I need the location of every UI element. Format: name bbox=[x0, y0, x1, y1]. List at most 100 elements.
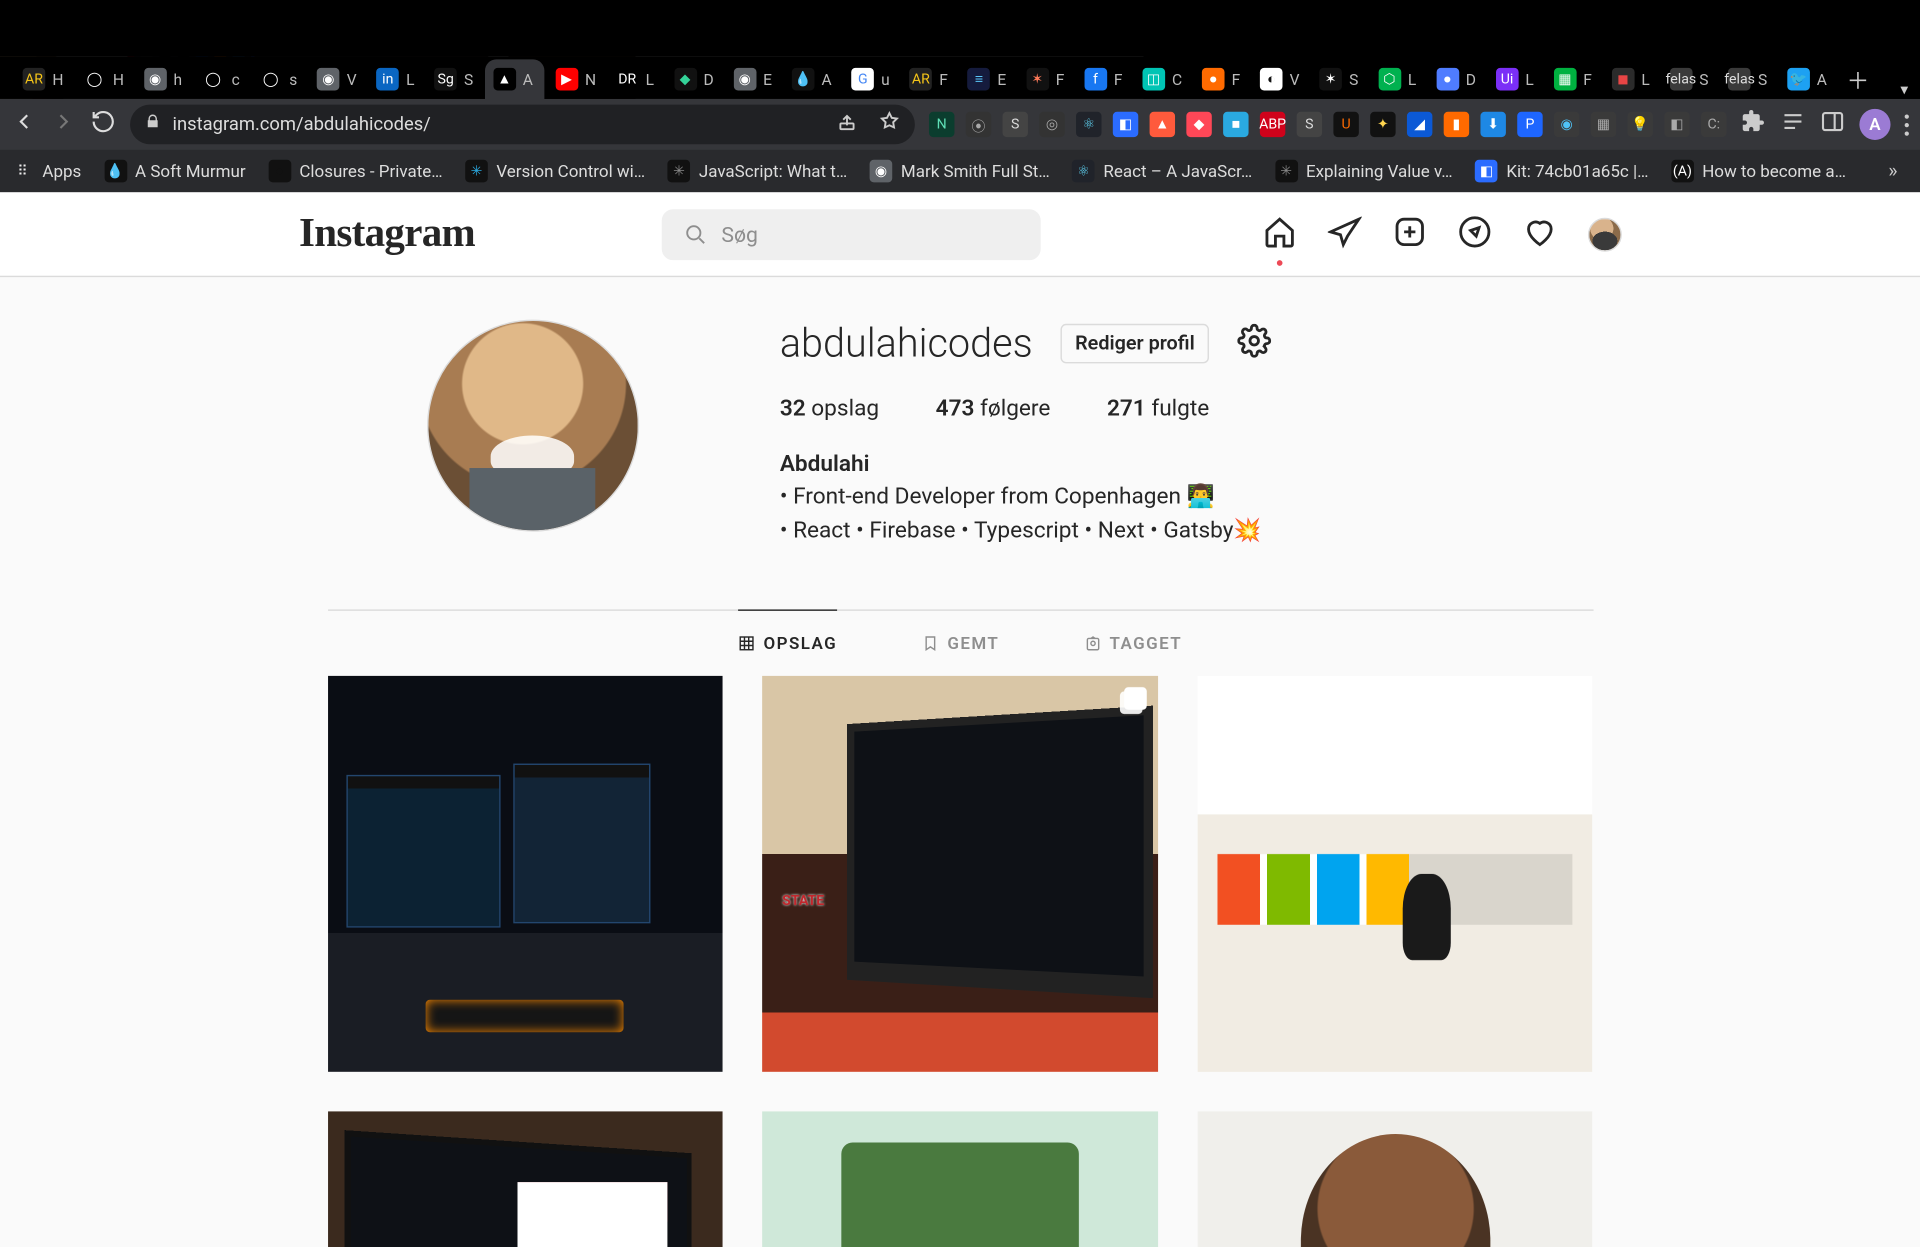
chrome-profile-avatar[interactable]: A bbox=[1859, 109, 1890, 140]
share-icon[interactable] bbox=[836, 110, 859, 138]
browser-tab[interactable]: ≡E bbox=[959, 59, 1015, 99]
extension-icon[interactable]: ◆ bbox=[1186, 112, 1211, 137]
browser-tab[interactable]: Gu bbox=[843, 59, 898, 99]
browser-tab[interactable]: ARF bbox=[901, 59, 956, 99]
bookmark-item[interactable]: ✳Explaining Value v… bbox=[1275, 160, 1453, 183]
post-thumbnail[interactable] bbox=[1197, 676, 1592, 1071]
bookmark-item[interactable]: ●Closures - Private… bbox=[268, 160, 442, 183]
browser-tab[interactable]: ◉h bbox=[135, 59, 190, 99]
home-icon[interactable] bbox=[1262, 214, 1296, 254]
profile-avatar-icon[interactable] bbox=[1587, 217, 1621, 251]
browser-tab[interactable]: fF bbox=[1076, 59, 1131, 99]
chrome-menu-icon[interactable] bbox=[1905, 114, 1909, 135]
bookmark-item[interactable]: 💧A Soft Murmur bbox=[104, 160, 246, 183]
followers-count[interactable]: 473 følgere bbox=[936, 395, 1051, 422]
extension-icon[interactable]: P bbox=[1517, 112, 1542, 137]
browser-tab[interactable]: DRL bbox=[607, 59, 662, 99]
tab-tagged[interactable]: TAGGET bbox=[1084, 609, 1182, 675]
bookmark-item[interactable]: ◧Kit: 74cb01a65c |… bbox=[1475, 160, 1648, 183]
bookmark-item[interactable]: ✳Version Control wi… bbox=[465, 160, 645, 183]
bookmark-item[interactable]: ⚛React – A JavaScr… bbox=[1072, 160, 1252, 183]
post-thumbnail[interactable] bbox=[327, 676, 722, 1071]
extension-icon[interactable]: S bbox=[1297, 112, 1322, 137]
extensions-icon[interactable] bbox=[1741, 109, 1766, 140]
browser-tab[interactable]: felasS bbox=[1661, 59, 1717, 99]
extension-icon[interactable]: ABP bbox=[1260, 112, 1285, 137]
extension-icon[interactable]: 💡 bbox=[1628, 112, 1653, 137]
post-thumbnail[interactable] bbox=[762, 1111, 1157, 1247]
browser-tab[interactable]: ◐V bbox=[1252, 59, 1309, 99]
browser-tab[interactable]: ▦F bbox=[1545, 59, 1600, 99]
reading-list-icon[interactable] bbox=[1780, 109, 1805, 140]
bookmark-item[interactable]: ⠿Apps bbox=[11, 160, 81, 183]
extension-icon[interactable]: ◉ bbox=[1554, 112, 1579, 137]
extension-icon[interactable]: N bbox=[929, 112, 954, 137]
extension-icon[interactable]: ■ bbox=[1223, 112, 1248, 137]
extension-icon[interactable]: ◧ bbox=[1664, 112, 1689, 137]
extension-icon[interactable]: ⬇ bbox=[1480, 112, 1505, 137]
browser-tab[interactable]: ◯c bbox=[193, 59, 248, 99]
extension-icon[interactable]: ⦿ bbox=[966, 112, 991, 137]
browser-tab[interactable]: ⬡L bbox=[1370, 59, 1425, 99]
extension-icon[interactable]: ▦ bbox=[1591, 112, 1616, 137]
extension-icon[interactable]: ⚛ bbox=[1076, 112, 1101, 137]
browser-tab[interactable]: ✶S bbox=[1311, 59, 1367, 99]
browser-tab[interactable]: ◉E bbox=[725, 59, 781, 99]
browser-tab[interactable]: ◉V bbox=[309, 59, 366, 99]
instagram-logo[interactable]: Instagram bbox=[299, 211, 475, 258]
browser-tab[interactable]: ◫C bbox=[1134, 59, 1191, 99]
browser-tab[interactable]: ◆D bbox=[665, 59, 722, 99]
browser-tab[interactable]: ◯s bbox=[251, 59, 306, 99]
browser-tab[interactable]: UiL bbox=[1487, 59, 1542, 99]
browser-tab[interactable]: 🐦A bbox=[1779, 59, 1836, 99]
edit-profile-button[interactable]: Rediger profil bbox=[1061, 323, 1209, 363]
tabs-overflow-chevron-icon[interactable]: ▾ bbox=[1881, 81, 1920, 99]
post-thumbnail[interactable] bbox=[327, 1111, 722, 1247]
browser-tab[interactable]: inL bbox=[368, 59, 423, 99]
browser-tab[interactable]: SgS bbox=[426, 59, 482, 99]
browser-tab[interactable]: ▶N bbox=[547, 59, 605, 99]
explore-icon[interactable] bbox=[1457, 214, 1491, 254]
new-tab-button[interactable]: ＋ bbox=[1838, 59, 1878, 99]
extension-icon[interactable]: ◎ bbox=[1039, 112, 1064, 137]
bookmark-item[interactable]: ✳JavaScript: What t… bbox=[668, 160, 847, 183]
extension-icon[interactable]: C: bbox=[1701, 112, 1726, 137]
close-icon[interactable]: ✕ bbox=[543, 69, 544, 89]
side-panel-icon[interactable] bbox=[1820, 109, 1845, 140]
bookmark-item[interactable]: ◉Mark Smith Full St… bbox=[870, 160, 1050, 183]
extension-icon[interactable]: U bbox=[1333, 112, 1358, 137]
reload-button[interactable] bbox=[90, 109, 115, 140]
post-thumbnail[interactable] bbox=[1197, 1111, 1592, 1247]
extension-icon[interactable]: ✦ bbox=[1370, 112, 1395, 137]
browser-tab[interactable]: ●F bbox=[1193, 59, 1248, 99]
browser-tab[interactable]: felasS bbox=[1720, 59, 1776, 99]
post-thumbnail[interactable]: STATE bbox=[762, 676, 1157, 1071]
browser-tab[interactable]: ARH bbox=[14, 59, 72, 99]
extension-icon[interactable]: S bbox=[1003, 112, 1028, 137]
activity-icon[interactable] bbox=[1522, 214, 1556, 254]
extension-icon[interactable]: ▲ bbox=[1150, 112, 1175, 137]
extension-icon[interactable]: ◧ bbox=[1113, 112, 1138, 137]
extension-icon[interactable]: ▮ bbox=[1444, 112, 1469, 137]
browser-tab[interactable]: ◯H bbox=[75, 59, 133, 99]
following-count[interactable]: 271 fulgte bbox=[1107, 395, 1209, 422]
browser-tab[interactable]: ◼L bbox=[1603, 59, 1658, 99]
browser-tab[interactable]: ✶F bbox=[1018, 59, 1073, 99]
messenger-icon[interactable] bbox=[1327, 214, 1361, 254]
back-button[interactable] bbox=[11, 109, 36, 140]
address-bar[interactable]: instagram.com/abdulahicodes/ bbox=[130, 105, 915, 145]
tab-posts[interactable]: OPSLAG bbox=[738, 609, 837, 675]
browser-tab[interactable]: 💧A bbox=[783, 59, 840, 99]
bookmarks-overflow-icon[interactable]: » bbox=[1877, 160, 1909, 183]
settings-gear-icon[interactable] bbox=[1237, 323, 1271, 363]
extension-icon[interactable]: ◢ bbox=[1407, 112, 1432, 137]
bookmark-item[interactable]: (A)How to become a… bbox=[1671, 160, 1846, 183]
tab-saved[interactable]: GEMT bbox=[922, 609, 999, 675]
forward-button[interactable] bbox=[51, 109, 76, 140]
browser-tab[interactable]: ▲A✕ bbox=[485, 59, 544, 99]
profile-picture[interactable] bbox=[426, 320, 638, 532]
posts-count[interactable]: 32 opslag bbox=[780, 395, 879, 422]
new-post-icon[interactable] bbox=[1392, 214, 1426, 254]
search-input[interactable]: Søg bbox=[662, 209, 1041, 260]
bookmark-star-icon[interactable] bbox=[878, 110, 901, 138]
